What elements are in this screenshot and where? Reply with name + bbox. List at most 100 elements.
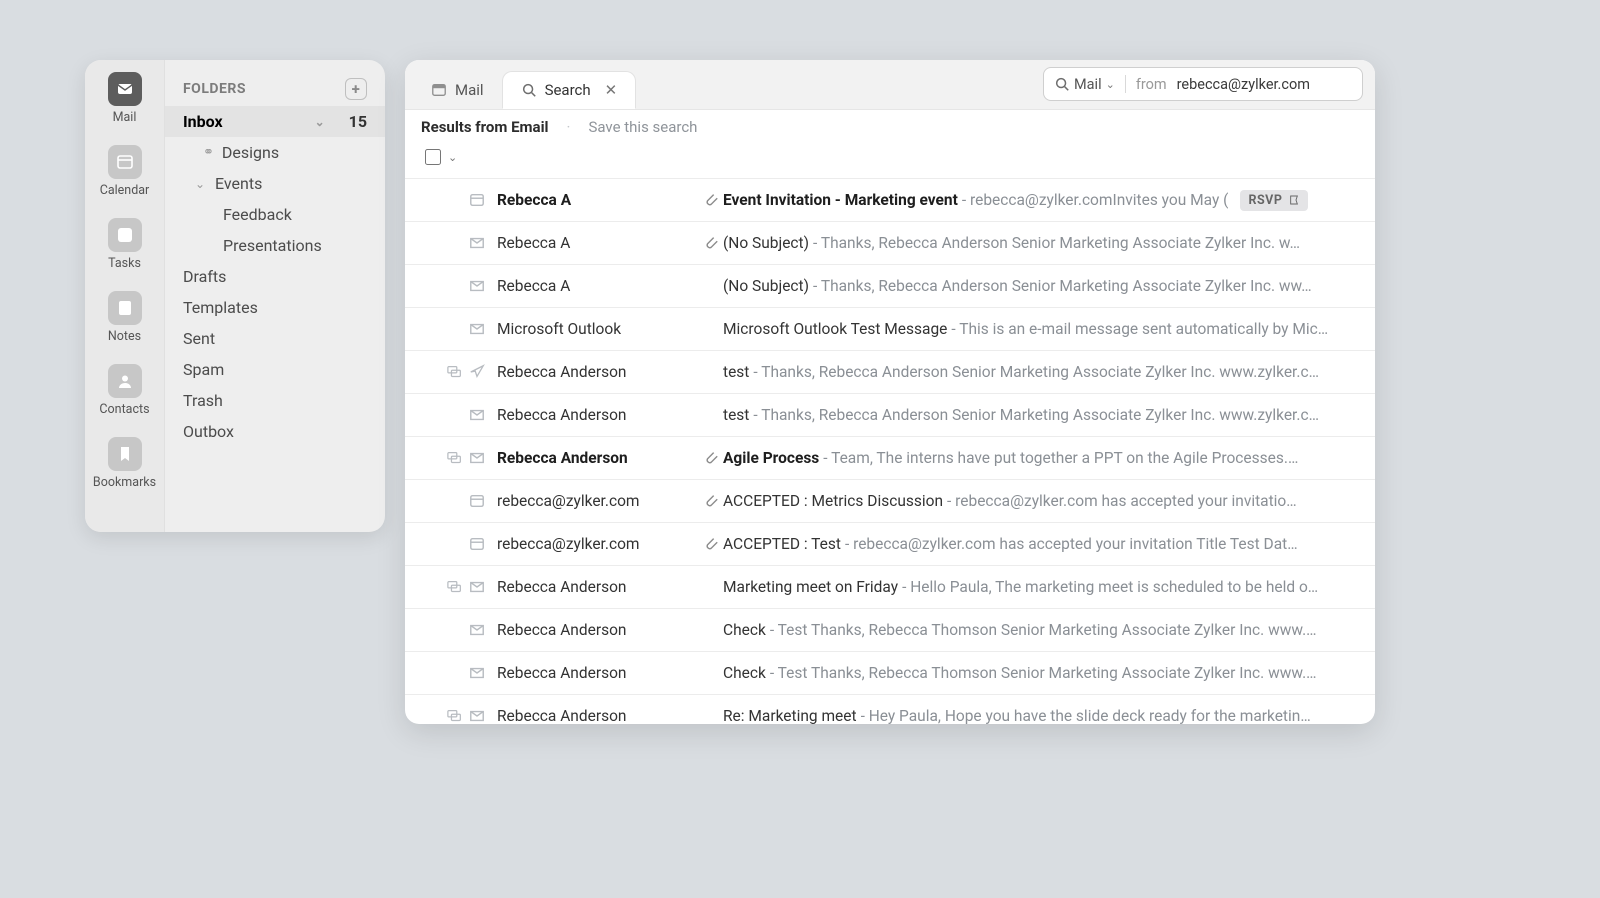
folder-spam[interactable]: Spam xyxy=(165,354,385,385)
folder-label: Designs xyxy=(222,143,279,162)
row-subject: ACCEPTED : Metrics Discussion xyxy=(723,492,943,510)
thread-icon xyxy=(447,450,463,466)
tab-icon xyxy=(431,82,447,98)
attachment-icon xyxy=(703,192,719,208)
folder-label: Drafts xyxy=(183,267,226,286)
row-message: Event Invitation - Marketing event - reb… xyxy=(691,190,1359,211)
row-subject: Marketing meet on Friday xyxy=(723,578,898,596)
search-box[interactable]: Mail ⌄ from rebecca@zylker.com xyxy=(1043,67,1363,101)
nav-contacts[interactable]: Contacts xyxy=(95,364,155,417)
nav-notes[interactable]: Notes xyxy=(95,291,155,344)
sidebar-panel: Mail Calendar Tasks Notes Contacts Bookm… xyxy=(85,60,385,532)
close-tab-button[interactable]: ✕ xyxy=(605,81,618,99)
results-title: Results from Email xyxy=(421,118,549,136)
row-subject: test xyxy=(723,363,749,381)
row-from: Rebecca Anderson xyxy=(491,578,691,596)
row-subject: Event Invitation - Marketing event xyxy=(723,191,958,209)
mail-row[interactable]: Microsoft Outlook Microsoft Outlook Test… xyxy=(405,308,1375,351)
row-preview: - This is an e-mail message sent automat… xyxy=(951,320,1328,338)
folder-designs[interactable]: ⚭ Designs xyxy=(165,137,385,168)
mail-row[interactable]: rebecca@zylker.com ACCEPTED : Metrics Di… xyxy=(405,480,1375,523)
row-lead xyxy=(421,364,463,380)
row-kind-icon xyxy=(463,450,491,466)
chevron-down-icon[interactable]: ⌄ xyxy=(448,151,457,164)
mail-row[interactable]: rebecca@zylker.com ACCEPTED : Test - reb… xyxy=(405,523,1375,566)
select-all[interactable]: ⌄ xyxy=(405,144,1375,179)
row-subject: Check xyxy=(723,664,766,682)
mail-row[interactable]: Rebecca Anderson Marketing meet on Frida… xyxy=(405,566,1375,609)
chevron-down-icon: ⌄ xyxy=(313,115,327,129)
results-header: Results from Email · Save this search xyxy=(405,110,1375,144)
thread-icon xyxy=(447,708,463,724)
nav-calendar[interactable]: Calendar xyxy=(95,145,155,198)
attachment-icon xyxy=(703,493,719,509)
mail-row[interactable]: Rebecca A (No Subject) - Thanks, Rebecca… xyxy=(405,265,1375,308)
folder-label: Spam xyxy=(183,360,224,379)
nav-mail[interactable]: Mail xyxy=(95,72,155,125)
folder-events[interactable]: ⌄ Events xyxy=(165,168,385,199)
mail-row[interactable]: Rebecca A Event Invitation - Marketing e… xyxy=(405,179,1375,222)
attachment-icon xyxy=(703,235,719,251)
rsvp-icon xyxy=(1288,194,1300,206)
folder-label: Outbox xyxy=(183,422,234,441)
rsvp-badge[interactable]: RSVP xyxy=(1240,190,1308,211)
folder-sent[interactable]: Sent xyxy=(165,323,385,354)
folder-label: Trash xyxy=(183,391,223,410)
row-from: Microsoft Outlook xyxy=(491,320,691,338)
row-from: Rebecca Anderson xyxy=(491,621,691,639)
row-subject: (No Subject) xyxy=(723,277,809,295)
row-subject: Agile Process xyxy=(723,449,819,467)
search-value: rebecca@zylker.com xyxy=(1177,76,1310,93)
folder-trash[interactable]: Trash xyxy=(165,385,385,416)
row-message: Microsoft Outlook Test Message - This is… xyxy=(691,320,1359,338)
mail-row[interactable]: Rebecca Anderson Check - Test Thanks, Re… xyxy=(405,609,1375,652)
row-kind-icon xyxy=(463,321,491,337)
add-folder-button[interactable]: + xyxy=(345,78,367,100)
row-message: ACCEPTED : Metrics Discussion - rebecca@… xyxy=(691,492,1359,510)
mail-icon xyxy=(108,72,142,106)
folder-templates[interactable]: Templates xyxy=(165,292,385,323)
rail-label: Calendar xyxy=(100,183,150,198)
row-kind-icon xyxy=(463,493,491,509)
thread-icon xyxy=(447,579,463,595)
row-preview: - Thanks, Rebecca Anderson Senior Market… xyxy=(813,234,1300,252)
row-kind-icon xyxy=(463,278,491,294)
row-kind-icon xyxy=(463,622,491,638)
tab-search[interactable]: Search ✕ xyxy=(502,71,637,109)
nav-bookmarks[interactable]: Bookmarks xyxy=(95,437,155,490)
row-message: Agile Process - Team, The interns have p… xyxy=(691,449,1359,467)
folder-feedback[interactable]: Feedback xyxy=(165,199,385,230)
row-preview: - rebecca@zylker.comInvites you May ( xyxy=(962,191,1229,209)
row-message: test - Thanks, Rebecca Anderson Senior M… xyxy=(691,406,1359,424)
search-scope-label: Mail xyxy=(1074,76,1102,93)
folder-inbox[interactable]: Inbox ⌄ 15 xyxy=(165,106,385,137)
row-from: rebecca@zylker.com xyxy=(491,492,691,510)
mail-row[interactable]: Rebecca Anderson test - Thanks, Rebecca … xyxy=(405,351,1375,394)
attachment-icon xyxy=(703,536,719,552)
main-panel: Mail Search ✕ Mail ⌄ from rebecca@zylker… xyxy=(405,60,1375,724)
mail-row[interactable]: Rebecca Anderson Re: Marketing meet - He… xyxy=(405,695,1375,724)
row-preview: - Hey Paula, Hope you have the slide dec… xyxy=(861,707,1311,724)
rail-label: Contacts xyxy=(99,402,149,417)
mail-row[interactable]: Rebecca Anderson test - Thanks, Rebecca … xyxy=(405,394,1375,437)
search-scope-dropdown[interactable]: Mail ⌄ xyxy=(1054,76,1115,93)
save-search-link[interactable]: Save this search xyxy=(588,118,697,136)
row-message: Check - Test Thanks, Rebecca Thomson Sen… xyxy=(691,664,1359,682)
folder-label: Feedback xyxy=(223,205,292,224)
folder-outbox[interactable]: Outbox xyxy=(165,416,385,447)
app-rail: Mail Calendar Tasks Notes Contacts Bookm… xyxy=(85,60,165,532)
select-all-checkbox[interactable] xyxy=(425,149,441,165)
folders-heading: FOLDERS xyxy=(183,81,246,97)
nav-tasks[interactable]: Tasks xyxy=(95,218,155,271)
row-kind-icon xyxy=(463,235,491,251)
tab-mail[interactable]: Mail xyxy=(413,71,502,109)
row-from: Rebecca Anderson xyxy=(491,406,691,424)
mail-row[interactable]: Rebecca Anderson Check - Test Thanks, Re… xyxy=(405,652,1375,695)
folder-label: Templates xyxy=(183,298,258,317)
chevron-down-icon: ⌄ xyxy=(193,177,207,191)
folder-presentations[interactable]: Presentations xyxy=(165,230,385,261)
search-icon xyxy=(521,82,537,98)
folder-drafts[interactable]: Drafts xyxy=(165,261,385,292)
mail-row[interactable]: Rebecca Anderson Agile Process - Team, T… xyxy=(405,437,1375,480)
mail-row[interactable]: Rebecca A (No Subject) - Thanks, Rebecca… xyxy=(405,222,1375,265)
